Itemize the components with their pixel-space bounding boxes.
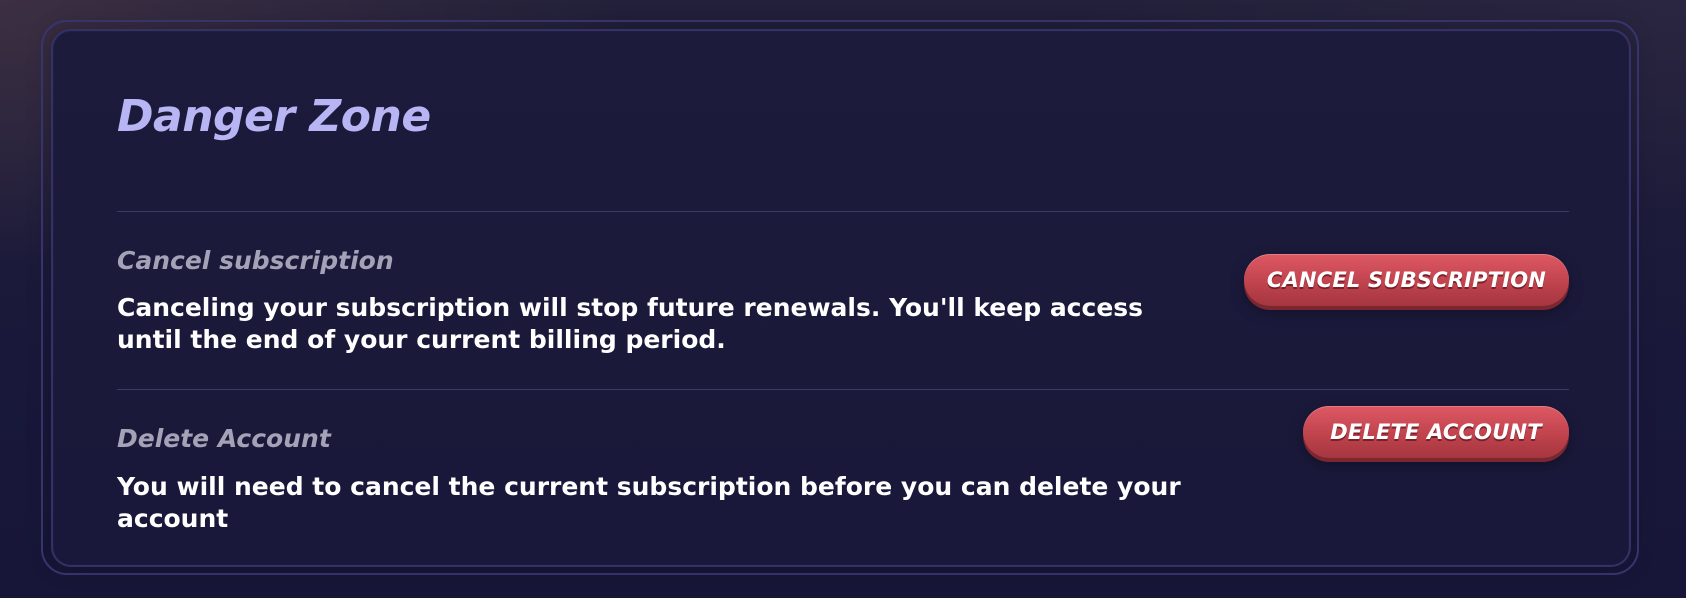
cancel-subscription-heading: Cancel subscription bbox=[117, 246, 394, 275]
cancel-subscription-button[interactable]: CANCEL SUBSCRIPTION bbox=[1244, 254, 1569, 306]
panel-title: Danger Zone bbox=[117, 91, 431, 142]
delete-account-button[interactable]: DELETE ACCOUNT bbox=[1303, 406, 1569, 458]
divider-top bbox=[117, 211, 1569, 212]
delete-account-heading: Delete Account bbox=[117, 424, 331, 453]
danger-zone-panel: Danger Zone Cancel subscription Cancelin… bbox=[51, 29, 1631, 567]
divider-middle bbox=[117, 389, 1569, 390]
delete-account-description: You will need to cancel the current subs… bbox=[117, 472, 1181, 533]
cancel-subscription-description: Canceling your subscription will stop fu… bbox=[117, 293, 1144, 354]
